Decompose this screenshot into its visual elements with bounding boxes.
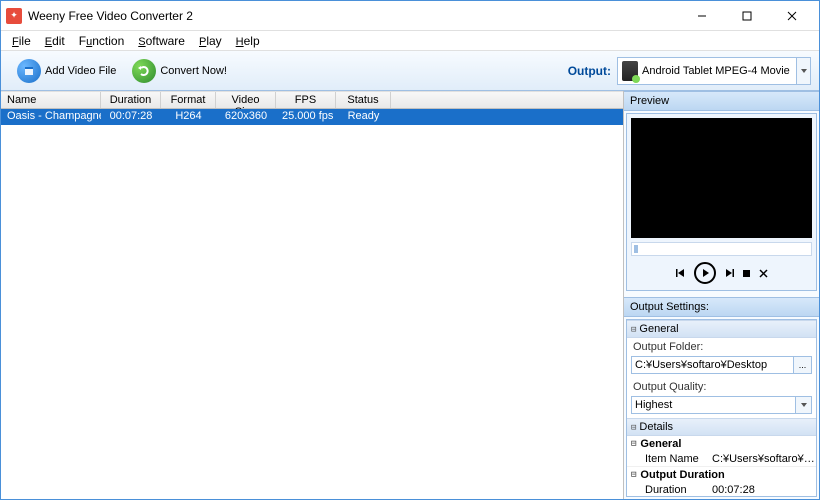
preview-header: Preview	[624, 91, 819, 111]
row-item-name[interactable]: Item NameC:¥Users¥softaro¥D...	[627, 452, 816, 467]
add-video-button[interactable]: Add Video File	[9, 55, 124, 87]
next-button[interactable]	[724, 268, 734, 278]
minimize-button[interactable]	[679, 2, 724, 30]
playback-controls	[631, 256, 812, 286]
title-bar: ✦ Weeny Free Video Converter 2	[1, 1, 819, 31]
right-panel: Preview Output Settings: ⊟General Output…	[624, 91, 819, 499]
toolbar: Add Video File Convert Now! Output: Andr…	[1, 51, 819, 91]
preview-screen	[631, 118, 812, 238]
maximize-button[interactable]	[724, 2, 769, 30]
output-quality-select[interactable]	[631, 396, 796, 414]
menu-function[interactable]: Function	[72, 32, 132, 50]
chevron-down-icon	[801, 69, 807, 73]
section-general[interactable]: ⊟General	[627, 320, 816, 338]
window-title: Weeny Free Video Converter 2	[28, 9, 679, 23]
grid-header: Name Duration Format Video Size FPS Stat…	[1, 91, 623, 109]
preview-box	[626, 113, 817, 291]
output-label: Output:	[568, 64, 611, 78]
output-folder-input[interactable]	[631, 356, 794, 374]
cell-format: H264	[161, 109, 216, 125]
close-button[interactable]	[769, 2, 814, 30]
header-duration[interactable]: Duration	[101, 92, 161, 108]
header-fps[interactable]: FPS	[276, 92, 336, 108]
output-profile-select[interactable]: Android Tablet MPEG-4 Movie (*.mp4)	[617, 57, 797, 85]
file-list-pane: Name Duration Format Video Size FPS Stat…	[1, 91, 624, 499]
output-folder-label: Output Folder:	[627, 338, 816, 356]
quality-dropdown[interactable]	[796, 396, 812, 414]
sub-output-duration[interactable]: ⊟Output Duration	[627, 467, 816, 483]
chevron-down-icon	[801, 403, 807, 407]
menu-file[interactable]: File	[5, 32, 38, 50]
header-size[interactable]: Video Size	[216, 92, 276, 108]
row-duration[interactable]: Duration00:07:28	[627, 483, 816, 497]
film-icon	[17, 59, 41, 83]
menu-help[interactable]: Help	[229, 32, 267, 50]
section-details[interactable]: ⊟Details	[627, 418, 816, 436]
cell-size: 620x360	[216, 109, 276, 125]
stop-button[interactable]	[742, 269, 751, 278]
cell-fps: 25.000 fps	[276, 109, 336, 125]
menu-edit[interactable]: Edit	[38, 32, 72, 50]
header-status[interactable]: Status	[336, 92, 391, 108]
cell-name: Oasis - Champagne...	[1, 109, 101, 125]
output-profile-dropdown[interactable]	[797, 57, 811, 85]
table-row[interactable]: Oasis - Champagne... 00:07:28 H264 620x3…	[1, 109, 623, 125]
refresh-icon	[132, 59, 156, 83]
menu-software[interactable]: Software	[131, 32, 192, 50]
convert-now-label: Convert Now!	[160, 65, 227, 77]
seek-slider[interactable]	[631, 242, 812, 256]
menu-bar: File Edit Function Software Play Help	[1, 31, 819, 51]
prev-button[interactable]	[676, 268, 686, 278]
menu-play[interactable]: Play	[192, 32, 229, 50]
header-name[interactable]: Name	[1, 92, 101, 108]
output-settings-body: ⊟General Output Folder: ... Output Quali…	[626, 319, 817, 497]
sub-general[interactable]: ⊟General	[627, 436, 816, 452]
convert-now-button[interactable]: Convert Now!	[124, 55, 235, 87]
cell-duration: 00:07:28	[101, 109, 161, 125]
cell-status: Ready	[336, 109, 391, 125]
application-window: ✦ Weeny Free Video Converter 2 File Edit…	[0, 0, 820, 500]
browse-button[interactable]: ...	[794, 356, 812, 374]
header-format[interactable]: Format	[161, 92, 216, 108]
app-icon: ✦	[6, 8, 22, 24]
output-quality-label: Output Quality:	[627, 378, 816, 396]
add-video-label: Add Video File	[45, 65, 116, 77]
tablet-icon	[622, 61, 638, 81]
play-button[interactable]	[694, 262, 716, 284]
output-profile-text: Android Tablet MPEG-4 Movie (*.mp4)	[642, 65, 792, 77]
close-preview-button[interactable]	[759, 269, 768, 278]
output-settings-header: Output Settings:	[624, 297, 819, 317]
